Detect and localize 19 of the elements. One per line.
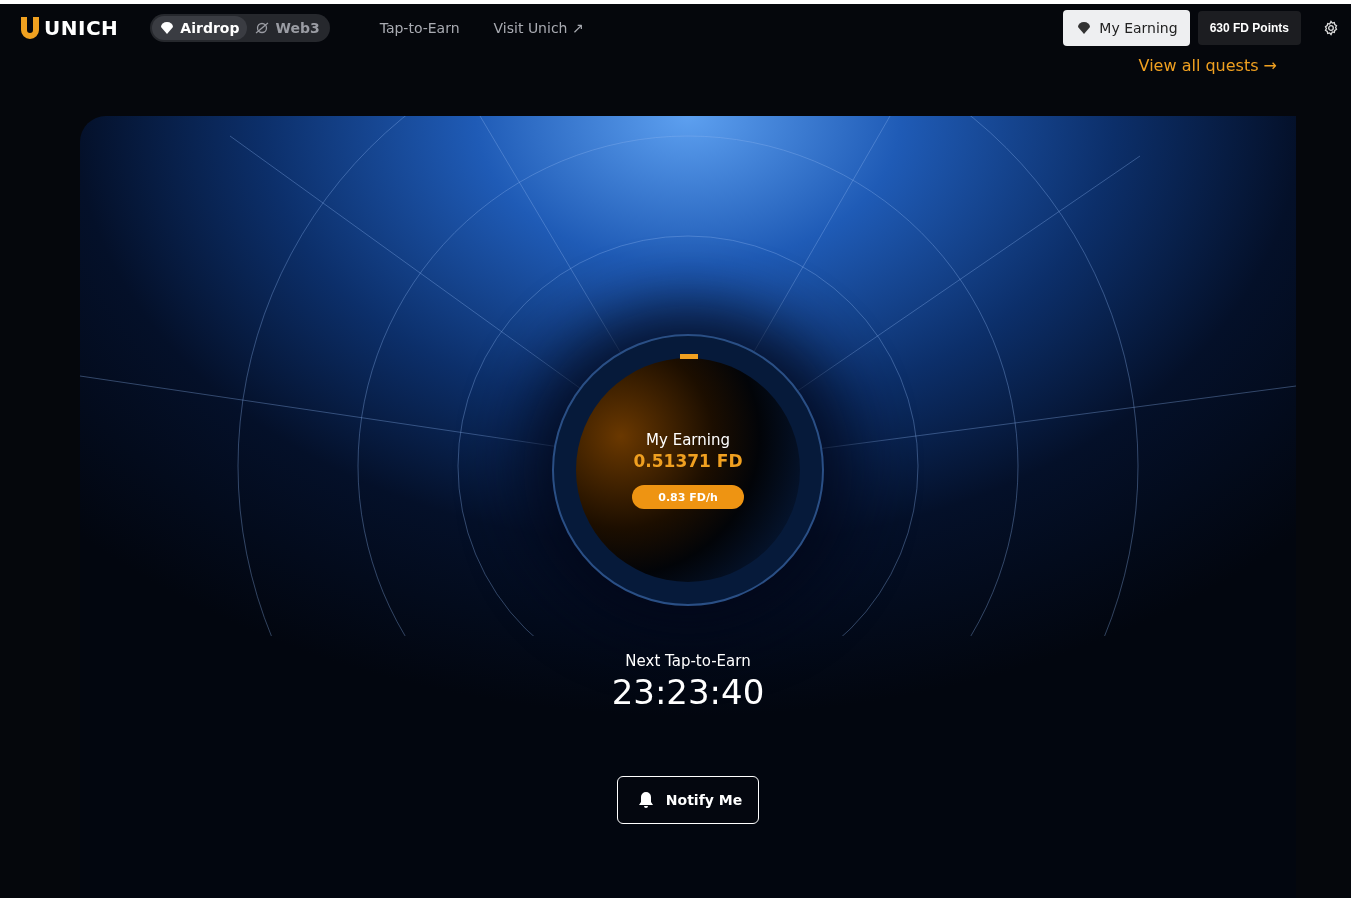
logo-text: UNICH xyxy=(44,16,119,40)
nav-tab[interactable]: Airdrop xyxy=(152,16,248,40)
view-all-quests-link[interactable]: View all quests → xyxy=(1138,56,1277,82)
progress-tick-icon xyxy=(680,354,698,359)
nav-link[interactable]: Tap-to-Earn xyxy=(379,20,460,36)
earning-title: My Earning xyxy=(646,431,730,449)
shield-logo-icon xyxy=(20,16,40,40)
nav-tab[interactable]: Web3 xyxy=(247,16,328,40)
points-button[interactable]: 630 FD Points xyxy=(1197,11,1301,45)
earning-amount: 0.51371 FD xyxy=(633,451,743,471)
my-earning-button[interactable]: My Earning xyxy=(1063,10,1190,46)
earning-rate-badge: 0.83 FD/h xyxy=(632,485,744,509)
countdown-label: Next Tap-to-Earn xyxy=(625,652,751,670)
orbit-icon xyxy=(255,21,270,35)
countdown-timer: 23:23:40 xyxy=(611,672,765,712)
settings-icon[interactable] xyxy=(1323,20,1339,36)
nav-link[interactable]: Visit Unich ↗ xyxy=(493,20,584,36)
notify-me-button[interactable]: Notify Me xyxy=(616,776,760,824)
bell-icon xyxy=(637,791,654,809)
